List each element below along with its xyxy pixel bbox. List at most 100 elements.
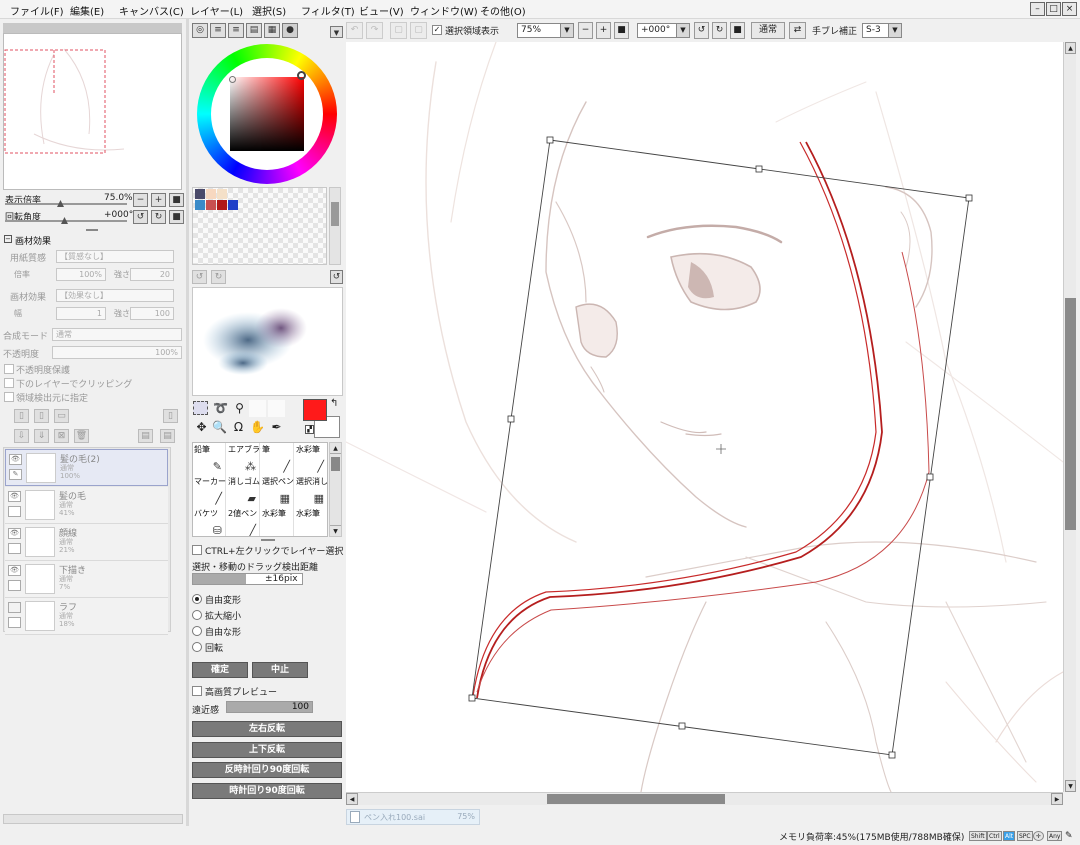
panel-splitter[interactable] [86,229,98,231]
brush-scrollbar[interactable]: ▲ ▼ [329,442,342,537]
zoom-slider[interactable] [5,203,127,205]
undo-icon[interactable]: ↶ [346,22,363,39]
scroll-right-icon[interactable]: ▶ [1051,793,1063,805]
scroll-up-icon[interactable]: ▲ [330,443,341,454]
rotate-reset-icon[interactable]: ■ [730,22,745,39]
selection-rect-icon[interactable] [193,401,208,415]
rotation-reset-button[interactable]: ■ [169,210,184,224]
ctrl-click-checkbox[interactable] [192,545,202,555]
transfer-down-icon[interactable]: ⇩ [14,429,29,443]
flip-view-icon[interactable]: ⇄ [789,22,806,39]
zoom-reset-button[interactable]: ■ [169,193,184,207]
clear-layer-icon[interactable]: ⊠ [54,429,69,443]
opacity-field[interactable]: 100% [52,346,182,359]
mode-rotate-radio[interactable] [192,642,202,652]
scroll-down-icon[interactable]: ▼ [1065,780,1076,792]
pen-icon[interactable] [8,580,21,591]
cancel-button[interactable]: 中止 [252,662,308,678]
primary-color-swatch[interactable] [303,399,327,421]
paper-select[interactable]: 【質感なし】 [56,250,174,263]
pen-icon[interactable] [8,506,21,517]
close-icon[interactable]: × [1062,2,1077,16]
brush-slot[interactable]: 水彩筆 [295,507,327,536]
move-icon[interactable]: ✥ [193,419,210,436]
menu-other[interactable]: その他(O) [480,3,526,18]
color-swatch[interactable] [195,189,205,199]
new-folder-icon[interactable]: ▭ [54,409,69,423]
layer-row[interactable]: 👁 顔線 通常 21% [5,524,168,561]
brush-slot[interactable]: 水彩筆 ╱ [295,443,327,476]
scratchpad-clear-icon[interactable]: ↺ [192,270,207,284]
layer-row[interactable]: ラフ 通常 18% [5,598,168,635]
zoom-dropdown[interactable]: 75% ▼ [517,23,574,38]
effect-select[interactable]: 【効果なし】 [56,289,174,302]
eye-icon[interactable]: 👁 [8,565,21,576]
zoom-out-button[interactable]: − [133,193,148,207]
swatch-scrollbar[interactable] [329,187,341,265]
paper-scale-field[interactable]: 100% [56,268,106,281]
navigator-preview[interactable] [3,33,182,190]
panel-splitter[interactable] [261,539,275,541]
brush-slot[interactable]: エアブラシ ⁂ [227,443,268,476]
mode-free-radio[interactable] [192,594,202,604]
color-swatch[interactable] [206,200,216,210]
redo-icon[interactable]: ↷ [366,22,383,39]
collapse-down-icon[interactable]: ▼ [330,26,343,38]
pen-icon[interactable] [8,543,21,554]
eye-icon[interactable]: 👁 [8,528,21,539]
blend-mode-select[interactable]: 通常 [52,328,182,341]
color-swatch[interactable] [217,200,227,210]
color-swatch[interactable] [217,189,227,199]
rotate-cw-icon[interactable]: ↻ [151,210,166,224]
rotate-ccw-icon[interactable]: ↺ [133,210,148,224]
scroll-down-icon[interactable]: ▼ [330,525,341,536]
menu-select[interactable]: 選択(S) [252,3,286,18]
layer-row[interactable]: 👁 ✎ 髪の毛(2) 通常 100% [5,449,168,486]
ok-button[interactable]: 確定 [192,662,248,678]
menu-canvas[interactable]: キャンバス(C) [119,3,184,18]
rotate-left-icon[interactable]: ↺ [694,22,709,39]
brush-slot[interactable]: 2値ペン ╱ [227,507,260,536]
brush-slot[interactable]: 筆 ╱ [261,443,294,476]
hue-cursor[interactable] [297,71,306,80]
effect-strength-field[interactable]: 100 [130,307,174,320]
menu-window[interactable]: ウィンドウ(W) [410,3,478,18]
scratchpad-canvas[interactable] [192,287,343,396]
scratchpad-menu-icon[interactable]: ↺ [330,270,343,284]
brush-slot[interactable]: 選択消し ▦ [295,475,327,508]
layer-row[interactable]: 👁 髪の毛 通常 41% [5,487,168,524]
rgb-slider-icon[interactable]: ≡ [210,23,226,38]
hscroll-thumb[interactable] [547,794,725,804]
eye-icon[interactable] [8,602,21,613]
mode-distort-radio[interactable] [192,626,202,636]
layer-down-icon[interactable]: ▤ [160,429,175,443]
menu-edit[interactable]: 編集(E) [70,3,104,18]
flip-horizontal-button[interactable]: 左右反転 [192,721,342,737]
zoom-icon[interactable]: 🔍 [211,419,228,436]
canvas[interactable] [346,42,1063,792]
eye-icon[interactable]: 👁 [9,454,22,465]
brush-slot[interactable]: 鉛筆 ✎ [193,443,226,476]
pen-icon[interactable] [8,617,21,628]
menu-view[interactable]: ビュー(V) [359,3,404,18]
layer-misc-icon[interactable]: ▯ [163,409,178,423]
brush-scroll-thumb[interactable] [331,457,340,471]
maximize-icon[interactable]: □ [1046,2,1061,16]
selection-source-checkbox[interactable] [4,392,14,402]
eye-icon[interactable]: 👁 [8,491,21,502]
rotate-cw-button[interactable]: 時計回り90度回転 [192,783,342,799]
swap-colors-icon[interactable]: ↰ [330,398,338,409]
zoom-in-icon[interactable]: + [596,22,611,39]
protect-opacity-checkbox[interactable] [4,364,14,374]
eyedropper-icon[interactable]: ✒ [268,419,285,436]
brush-slot[interactable]: 選択ペン ▦ [261,475,294,508]
sv-cursor[interactable] [229,76,236,83]
layer-row[interactable]: 👁 下描き 通常 7% [5,561,168,598]
layer-up-icon[interactable]: ▤ [138,429,153,443]
color-wheel[interactable] [197,44,337,184]
transparent-color-icon[interactable]: ▞ [305,425,314,434]
color-swatch[interactable] [195,200,205,210]
zoom-in-button[interactable]: + [151,193,166,207]
lasso-icon[interactable]: ➰ [212,400,229,417]
canvas-vscroll[interactable]: ▲ ▼ [1063,42,1076,792]
